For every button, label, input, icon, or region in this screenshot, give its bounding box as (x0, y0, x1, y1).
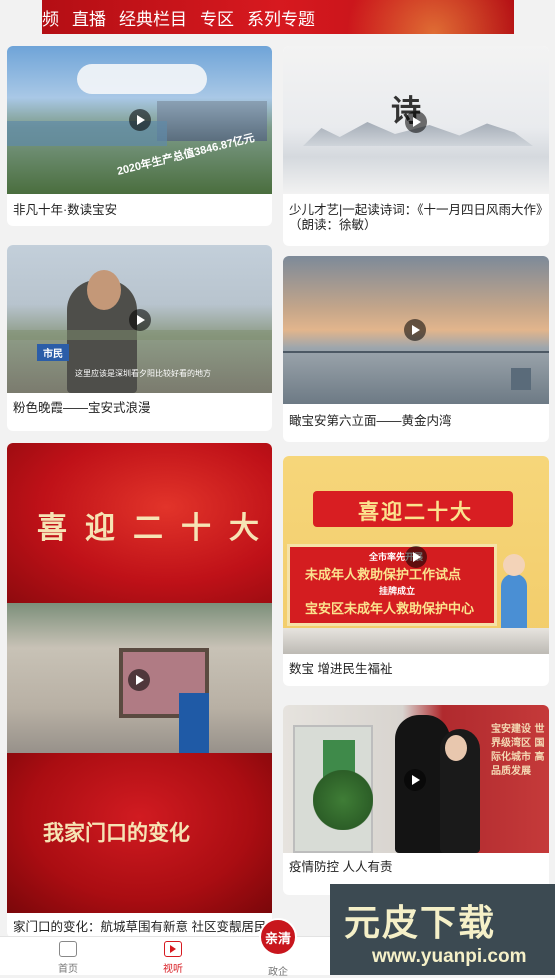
overlay-subtitle: 这里应该是深圳看夕阳比较好看的地方 (75, 369, 211, 378)
video-card[interactable]: 市民 这里应该是深圳看夕阳比较好看的地方 粉色晚霞——宝安式浪漫 (7, 245, 272, 431)
play-icon[interactable] (405, 111, 427, 133)
video-thumbnail: 喜迎二十大 我家门口的变化 (7, 443, 272, 913)
overlay-text: 我家门口的变化 (43, 820, 190, 845)
channel-tab[interactable]: 频 (42, 5, 59, 30)
video-card[interactable]: 喜迎二十大 我家门口的变化 家门口的变化：航城草围有新意 社区变靓居民点赞 (7, 443, 272, 936)
video-feed: 2020年生产总值3846.87亿元 非凡十年·数读宝安 诗 少儿才艺|一起读诗… (0, 34, 555, 936)
overlay-text: 喜迎二十大 (37, 511, 272, 546)
play-icon[interactable] (129, 309, 151, 331)
video-thumbnail: 2020年生产总值3846.87亿元 (7, 46, 272, 194)
nav-label: 首页 (58, 964, 78, 975)
nav-label: 政企 (268, 967, 288, 978)
watermark-url: www.yuanpi.com (372, 946, 527, 967)
video-thumbnail (283, 256, 549, 404)
channel-tabs: 频 直播 经典栏目 专区 系列专题 (42, 5, 315, 30)
top-channel-banner: 频 直播 经典栏目 专区 系列专题 (42, 0, 514, 34)
video-thumbnail: 诗 (283, 46, 549, 194)
home-icon (59, 941, 77, 957)
overlay-text: 宝安建设 世界级湾区 国际化城市 高品质发展 (491, 724, 545, 777)
watermark: 元皮下载 www.yuanpi.com (330, 884, 555, 975)
overlay-sign: 未成年人救助保护工作试点 (305, 567, 462, 582)
overlay-sign: 宝安区未成年人救助保护中心 (305, 601, 475, 616)
channel-tab[interactable]: 经典栏目 (119, 5, 187, 30)
watermark-text: 元皮下载 (344, 902, 497, 943)
play-icon[interactable] (128, 669, 150, 691)
nav-home[interactable]: 首页 (38, 941, 98, 975)
channel-tab[interactable]: 系列专题 (247, 5, 315, 30)
video-title[interactable]: 数宝 增进民生福祉 (289, 662, 543, 677)
video-title[interactable]: 非凡十年·数读宝安 (13, 203, 265, 218)
overlay-tag: 市民 (37, 344, 69, 361)
play-icon[interactable] (404, 319, 426, 341)
video-title[interactable]: 瞰宝安第六立面——黄金内湾 (289, 414, 543, 429)
play-icon[interactable] (129, 109, 151, 131)
overlay-sign: 挂牌成立 (379, 586, 416, 596)
video-title[interactable]: 少儿才艺|一起读诗词：《十一月四日风雨大作》（朗读：徐敏） (289, 203, 543, 233)
video-card[interactable]: 瞰宝安第六立面——黄金内湾 (283, 256, 549, 442)
nav-government[interactable]: 政企 (248, 963, 308, 978)
center-badge-button[interactable]: 亲清 (259, 918, 297, 956)
play-icon[interactable] (404, 769, 426, 791)
video-thumbnail: 宝安建设 世界级湾区 国际化城市 高品质发展 (283, 705, 549, 853)
video-card[interactable]: 2020年生产总值3846.87亿元 非凡十年·数读宝安 (7, 46, 272, 226)
channel-tab[interactable]: 专区 (200, 5, 234, 30)
video-title[interactable]: 家门口的变化：航城草围有新意 社区变靓居民点赞 (13, 920, 268, 935)
overlay-title: 喜迎二十大 (358, 501, 473, 524)
video-thumbnail: 市民 这里应该是深圳看夕阳比较好看的地方 (7, 245, 272, 393)
nav-video[interactable]: 视听 (143, 941, 203, 975)
play-video-icon (164, 941, 182, 957)
video-card[interactable]: 宝安建设 世界级湾区 国际化城市 高品质发展 疫情防控 人人有责 (283, 705, 549, 895)
video-card[interactable]: 喜迎二十大 全市率先开展 未成年人救助保护工作试点 挂牌成立 宝安区未成年人救助… (283, 456, 549, 686)
channel-tab[interactable]: 直播 (72, 5, 106, 30)
video-title[interactable]: 粉色晚霞——宝安式浪漫 (13, 401, 265, 416)
play-icon[interactable] (405, 546, 427, 568)
video-card[interactable]: 诗 少儿才艺|一起读诗词：《十一月四日风雨大作》（朗读：徐敏） (283, 46, 549, 246)
nav-label: 视听 (163, 964, 183, 975)
video-title[interactable]: 疫情防控 人人有责 (289, 860, 543, 875)
video-thumbnail: 喜迎二十大 全市率先开展 未成年人救助保护工作试点 挂牌成立 宝安区未成年人救助… (283, 456, 549, 654)
